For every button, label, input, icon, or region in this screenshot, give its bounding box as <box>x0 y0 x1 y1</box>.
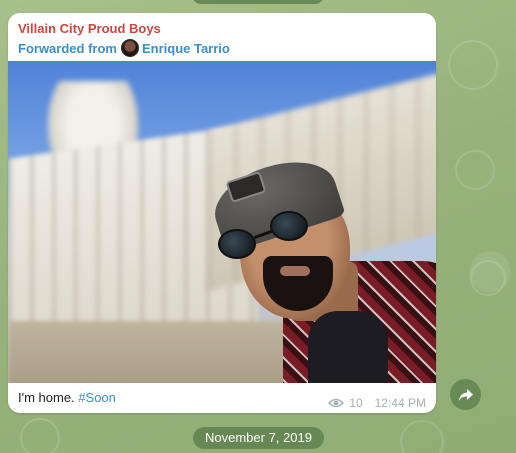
photo-person-tee <box>308 311 388 383</box>
avatar[interactable] <box>120 39 139 57</box>
photo-sunglasses-left <box>218 229 256 259</box>
caption-hashtag[interactable]: #Soon <box>78 390 116 405</box>
view-count: 10 <box>349 396 363 410</box>
share-arrow-icon <box>458 388 473 401</box>
photo-person-mouth <box>280 266 310 276</box>
message-caption: I'm home. #Soon <box>18 390 116 405</box>
message-meta: 10 12:44 PM <box>328 396 426 410</box>
date-separator: November 7, 2019 <box>193 427 324 449</box>
photo-sunglasses-right <box>270 211 308 241</box>
background-doodle <box>448 40 498 90</box>
previous-date-pill <box>192 0 324 4</box>
message-bubble[interactable]: Villain City Proud Boys Forwarded from E… <box>8 13 436 413</box>
background-doodle <box>455 150 495 190</box>
eye-icon <box>328 398 345 408</box>
share-button[interactable] <box>450 379 481 410</box>
background-doodle <box>400 420 444 453</box>
message-time: 12:44 PM <box>374 396 426 410</box>
caption-text: I'm home. <box>18 390 75 405</box>
forwarded-name[interactable]: Enrique Tarrio <box>142 41 230 56</box>
forwarded-prefix: Forwarded from <box>18 40 117 56</box>
message-photo[interactable] <box>8 61 436 383</box>
sender-name[interactable]: Villain City Proud Boys <box>18 21 161 36</box>
background-doodle <box>470 260 506 296</box>
background-doodle <box>20 418 60 453</box>
forwarded-header[interactable]: Forwarded from Enrique Tarrio <box>18 39 230 57</box>
